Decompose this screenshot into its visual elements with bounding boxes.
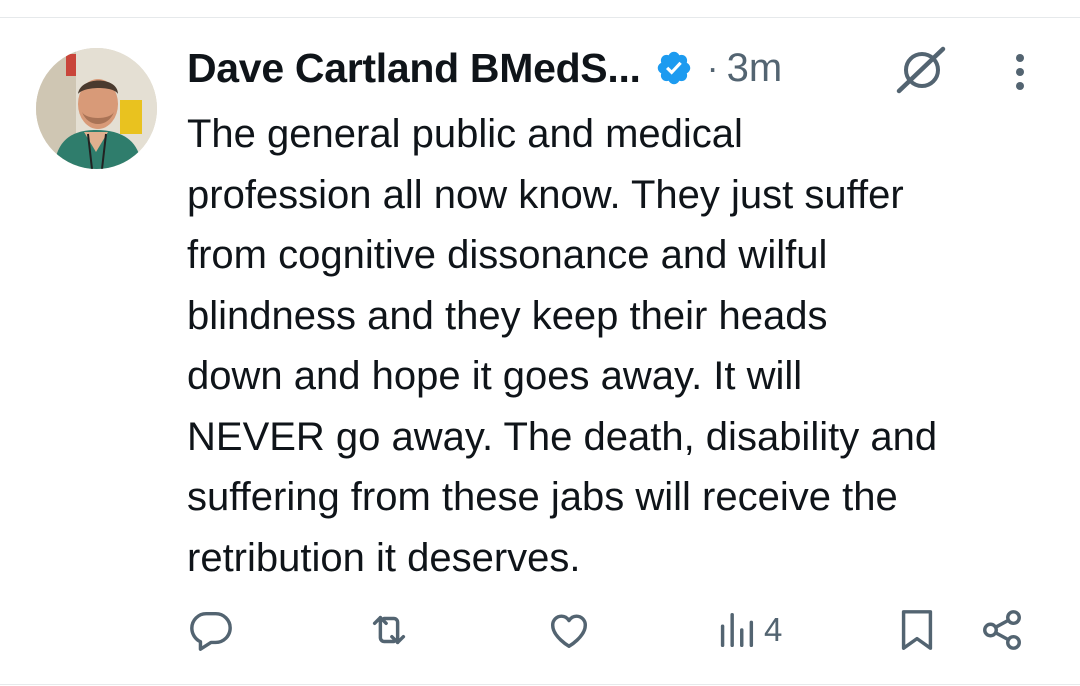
bottom-divider: [0, 684, 1080, 685]
header-separator: ·: [706, 47, 719, 88]
like-icon: [550, 614, 588, 649]
views-icon: [720, 612, 754, 648]
bookmark-button[interactable]: [897, 606, 937, 654]
bookmark-icon: [901, 610, 933, 650]
verified-badge-icon: [655, 49, 693, 87]
action-bar: 4: [0, 600, 1080, 660]
retweet-icon: [372, 615, 406, 645]
views-count: 4: [764, 611, 783, 648]
top-divider: [0, 17, 1080, 18]
share-button[interactable]: [979, 606, 1025, 654]
retweet-button[interactable]: [365, 606, 413, 654]
timestamp[interactable]: 3m: [727, 46, 783, 91]
reply-button[interactable]: [188, 606, 234, 654]
reply-icon: [190, 611, 232, 651]
like-button[interactable]: [546, 606, 592, 654]
author-name[interactable]: Dave Cartland BMedS...: [187, 45, 641, 92]
share-icon: [983, 610, 1021, 650]
grok-button[interactable]: [893, 44, 949, 96]
avatar-photo: [36, 48, 157, 169]
grok-icon: [896, 46, 946, 94]
more-vertical-icon: [1016, 54, 1024, 90]
more-button[interactable]: [1003, 46, 1037, 98]
avatar[interactable]: [36, 48, 157, 169]
tweet-header: Dave Cartland BMedS... · 3m: [187, 40, 782, 96]
views-button[interactable]: 4: [716, 606, 782, 654]
tweet-text: The general public and medical professio…: [187, 112, 938, 580]
